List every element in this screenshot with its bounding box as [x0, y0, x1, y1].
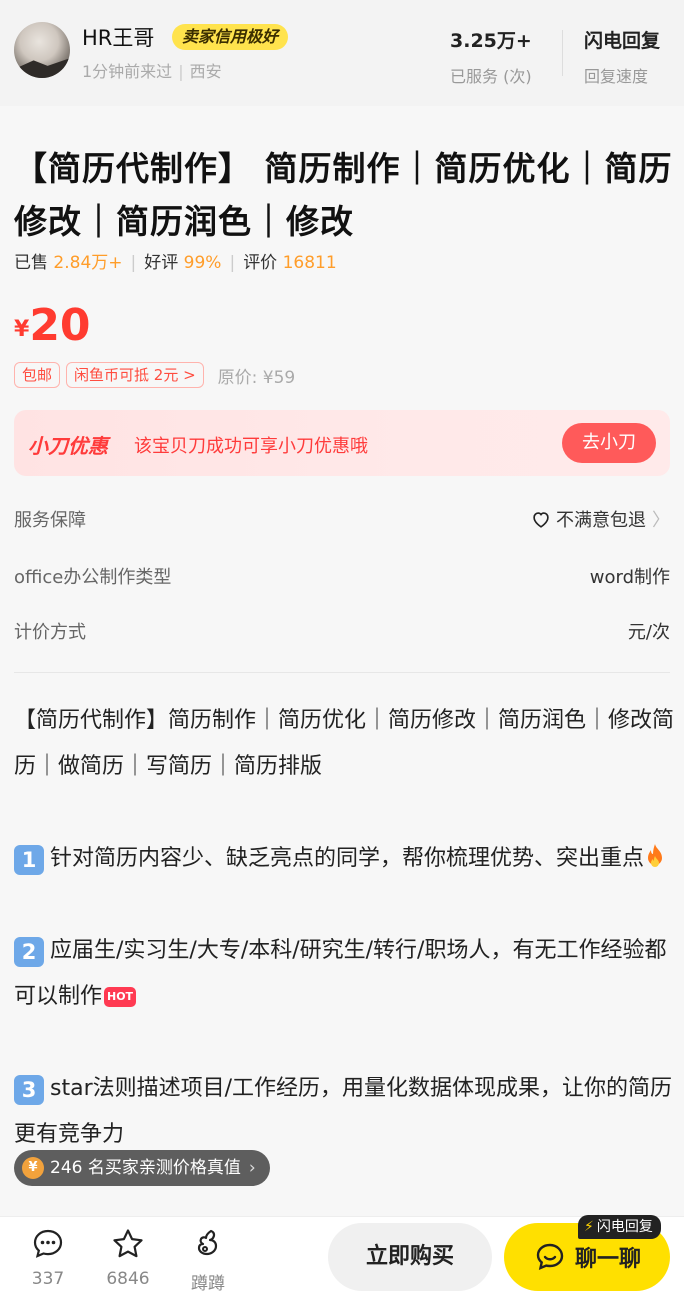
heart-icon	[533, 512, 549, 528]
sold-value: 2.84万+	[53, 253, 123, 273]
reviews-value: 16811	[282, 253, 337, 273]
keycap-1-icon: 1	[14, 845, 44, 875]
lightning-icon: ⚡	[584, 1219, 594, 1235]
star-icon	[113, 1229, 143, 1258]
served-label: 已服务 (次)	[450, 67, 532, 86]
description-item-3: 3 star法则描述项目/工作经历，用量化数据体现成果，让你的简历更有竞争力	[14, 1066, 674, 1158]
bargain-button[interactable]: 去小刀	[562, 423, 656, 463]
description-item-2: 2 应届生/实习生/大专/本科/研究生/转行/职场人，有无工作经验都可以制作 HOT	[14, 928, 674, 1020]
bargain-promo-banner[interactable]: 小刀优惠 该宝贝刀成功可享小刀优惠哦 去小刀	[14, 410, 670, 476]
bottom-action-bar: 337 6846 蹲蹲 立即购买 聊一聊 ⚡ 闪电回复	[0, 1215, 684, 1302]
seller-credit-badge: 卖家信用极好	[172, 24, 289, 50]
product-title: 【简历代制作】 简历制作｜简历优化｜简历修改｜简历润色｜修改	[14, 149, 673, 241]
free-shipping-tag: 包邮	[14, 362, 61, 388]
price-verified-text: 246 名买家亲测价格真值	[50, 1158, 241, 1178]
reply-value: 闪电回复	[584, 30, 661, 52]
seller-header[interactable]: HR王哥 卖家信用极好 1分钟前来过 | 西安 3.25万+ 已服务 (次) 闪电回…	[0, 0, 684, 106]
product-description: 【简历代制作】简历制作｜简历优化｜简历修改｜简历润色｜修改简历｜做简历｜写简历｜…	[14, 698, 674, 1204]
original-price: 原价: ¥59	[217, 367, 296, 388]
coin-discount-tag[interactable]: 闲鱼币可抵 2元 >	[66, 362, 204, 388]
stat-divider	[562, 30, 563, 76]
product-detail: 【简历代制作】 简历制作｜简历优化｜简历修改｜简历润色｜修改 已售 2.84万+…	[0, 106, 684, 1216]
office-type-row: office办公制作类型 word制作	[14, 563, 670, 593]
pricing-method-row: 计价方式 元/次	[14, 618, 670, 648]
price-verified-pill[interactable]: ¥246 名买家亲测价格真值 ›	[14, 1150, 270, 1186]
type-label: office办公制作类型	[14, 567, 172, 588]
service-guarantee-row[interactable]: 服务保障 不满意包退〉	[14, 506, 670, 536]
fire-icon	[648, 844, 663, 867]
description-item-1: 1 针对简历内容少、缺乏亮点的同学，帮你梳理优势、突出重点	[14, 836, 674, 882]
pricing-value: 元/次	[627, 622, 670, 643]
hot-icon: HOT	[104, 987, 137, 1007]
chevron-right-icon: 〉	[652, 510, 670, 531]
reviews-label: 评价	[243, 253, 278, 273]
stat-reply-speed: 闪电回复 回复速度	[584, 26, 660, 87]
comment-count: 337	[31, 1269, 65, 1289]
section-divider	[14, 672, 670, 673]
seller-meta: 1分钟前来过 | 西安	[82, 58, 222, 82]
buy-now-button[interactable]: 立即购买	[328, 1223, 492, 1291]
type-value: word制作	[589, 567, 670, 588]
guarantee-value: 不满意包退	[556, 510, 646, 531]
favorite-action[interactable]: 6846	[92, 1223, 164, 1289]
guarantee-value-group: 不满意包退〉	[530, 506, 670, 532]
chat-label: 聊一聊	[574, 1247, 641, 1272]
seller-location: 西安	[189, 62, 222, 81]
keycap-3-icon: 3	[14, 1075, 44, 1105]
rating-label: 好评	[144, 253, 179, 273]
flash-badge-text: 闪电回复	[596, 1219, 653, 1235]
price-symbol: ¥	[14, 317, 30, 342]
rating-value: 99%	[183, 253, 222, 273]
stats-divider: |	[130, 253, 137, 273]
description-item-3-text: star法则描述项目/工作经历，用量化数据体现成果，让你的简历更有竞争力	[14, 1076, 673, 1147]
coin-icon: ¥	[22, 1157, 44, 1179]
description-intro: 【简历代制作】简历制作｜简历优化｜简历修改｜简历润色｜修改简历｜做简历｜写简历｜…	[14, 708, 675, 779]
squat-icon	[197, 1229, 218, 1256]
served-value: 3.25万+	[450, 30, 532, 52]
promo-text: 该宝贝刀成功可享小刀优惠哦	[134, 436, 368, 457]
chevron-right-icon: ›	[248, 1158, 256, 1178]
reply-label: 回复速度	[584, 67, 649, 86]
chat-icon	[536, 1243, 564, 1271]
favorite-count: 6846	[106, 1269, 150, 1289]
stats-divider: |	[229, 253, 236, 273]
description-item-1-text: 针对简历内容少、缺乏亮点的同学，帮你梳理优势、突出重点	[50, 846, 645, 871]
promo-name: 小刀优惠	[28, 434, 108, 458]
sold-label: 已售	[14, 253, 48, 273]
comment-icon	[33, 1229, 63, 1258]
coin-discount-text: 闲鱼币可抵 2元	[74, 366, 179, 384]
seller-avatar[interactable]	[14, 22, 70, 78]
flash-reply-badge: ⚡ 闪电回复	[578, 1215, 661, 1239]
stat-served: 3.25万+ 已服务 (次)	[450, 26, 532, 87]
guarantee-label: 服务保障	[14, 510, 86, 531]
seller-name[interactable]: HR王哥	[82, 22, 154, 52]
comment-action[interactable]: 337	[12, 1223, 84, 1289]
price: ¥20	[14, 300, 91, 351]
price-tags: 包邮 闲鱼币可抵 2元 > 原价: ¥59	[14, 362, 295, 388]
seller-last-seen: 1分钟前来过	[82, 62, 173, 81]
pricing-label: 计价方式	[14, 622, 86, 643]
meta-separator: |	[178, 62, 184, 81]
chevron-right-icon: >	[178, 366, 196, 384]
squat-label: 蹲蹲	[191, 1274, 225, 1294]
squat-action[interactable]: 蹲蹲	[172, 1223, 244, 1294]
keycap-2-icon: 2	[14, 937, 44, 967]
price-value: 20	[29, 300, 91, 351]
product-stats: 已售 2.84万+ | 好评 99% | 评价 16811	[14, 248, 337, 273]
